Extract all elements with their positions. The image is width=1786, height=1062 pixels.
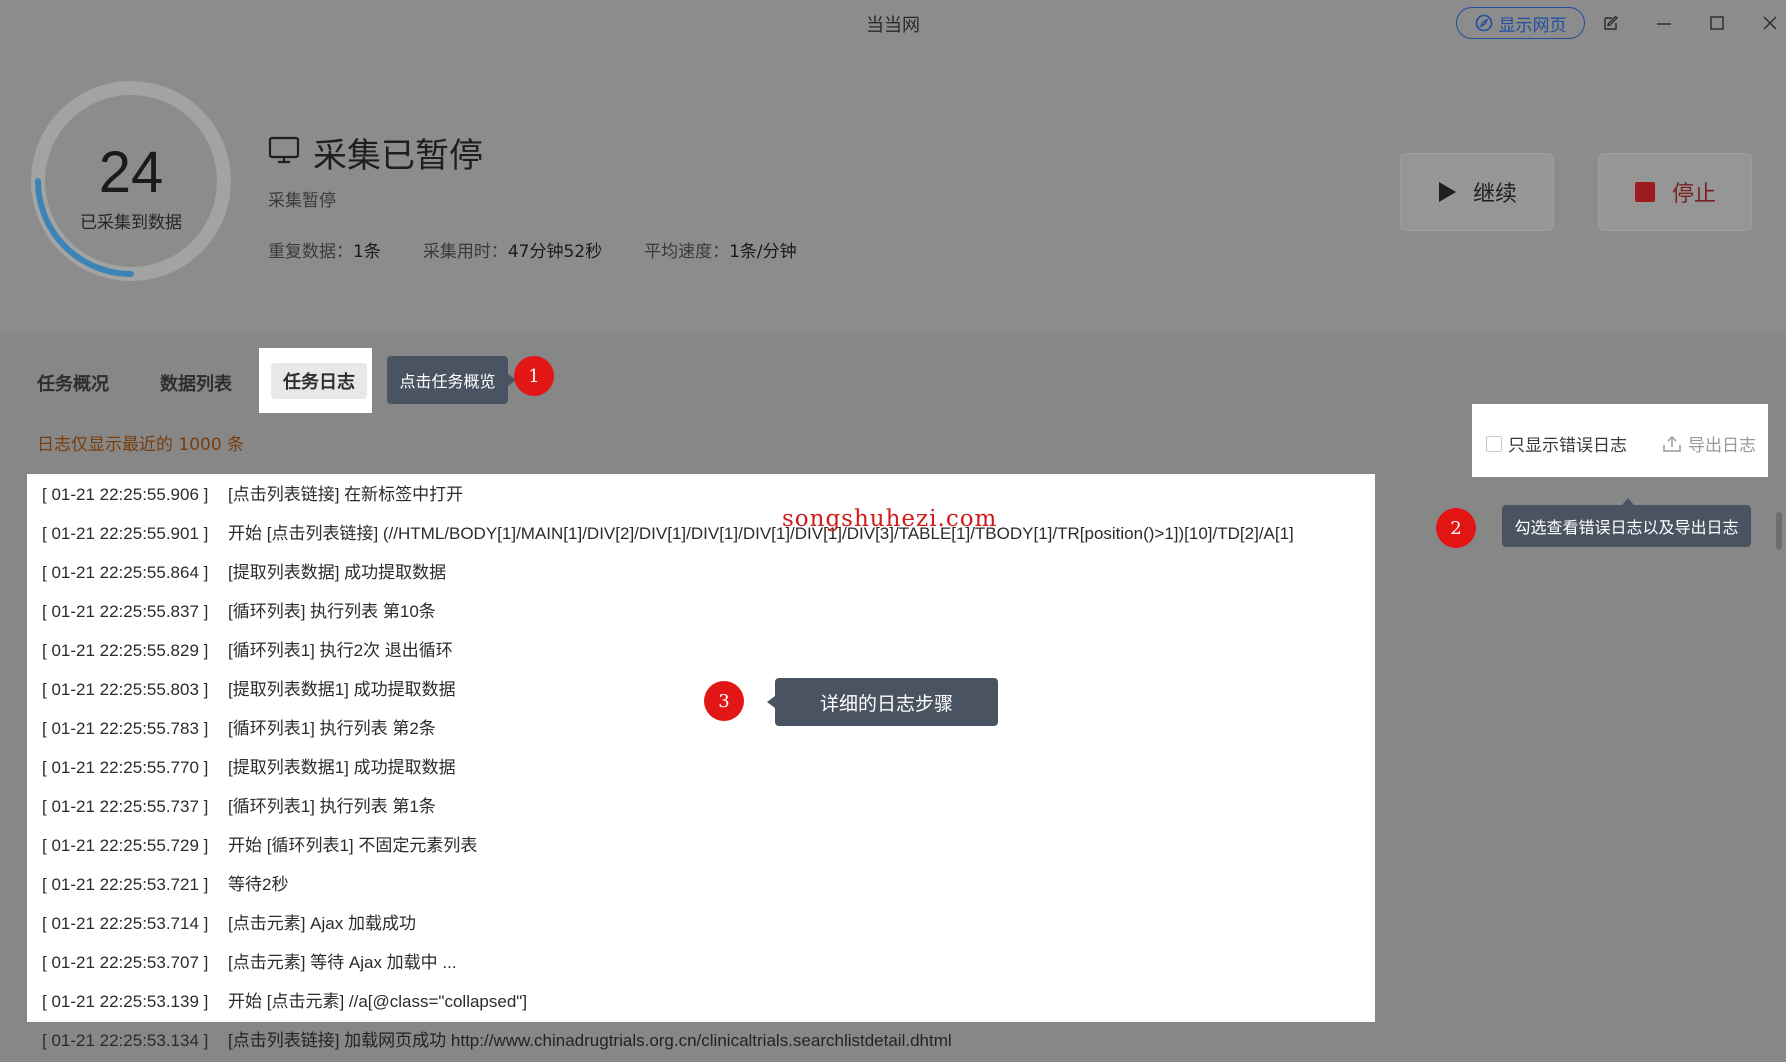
only-errors-checkbox[interactable] bbox=[1486, 435, 1502, 452]
status-subtitle: 采集暂停 bbox=[268, 191, 336, 211]
stats-row: 重复数据：1条 采集用时：47分钟52秒 平均速度：1条/分钟 bbox=[268, 237, 797, 262]
log-timestamp: [ 01-21 22:25:55.737 ] bbox=[42, 797, 209, 816]
log-timestamp: [ 01-21 22:25:53.714 ] bbox=[42, 914, 209, 933]
log-timestamp: [ 01-21 22:25:53.134 ] bbox=[42, 1031, 209, 1050]
log-entry: [ 01-21 22:25:53.134 ] [点击列表链接] 加载网页成功 ht… bbox=[42, 1021, 1294, 1060]
log-timestamp: [ 01-21 22:25:55.803 ] bbox=[42, 680, 209, 699]
edit-icon[interactable] bbox=[1598, 10, 1624, 36]
annotation-badge-1: 1 bbox=[514, 356, 554, 396]
show-web-button[interactable]: 显示网页 bbox=[1456, 7, 1585, 39]
log-entry: [ 01-21 22:25:55.737 ] [循环列表1] 执行列表 第1条 bbox=[42, 787, 1294, 826]
log-limit-notice: 日志仅显示最近的 1000 条 bbox=[37, 435, 245, 455]
export-log-label: 导出日志 bbox=[1688, 436, 1756, 456]
annotation-tooltip-3: 详细的日志步骤 bbox=[767, 678, 998, 726]
minimize-icon[interactable] bbox=[1651, 10, 1677, 36]
tab-overview[interactable]: 任务概况 bbox=[37, 370, 109, 396]
log-message: [循环列表1] 执行列表 第2条 bbox=[228, 719, 436, 738]
log-message: [提取列表数据1] 成功提取数据 bbox=[228, 680, 456, 699]
scrollbar-thumb[interactable] bbox=[1776, 512, 1782, 550]
log-message: 开始 [点击元素] //a[@class="collapsed"] bbox=[228, 992, 528, 1011]
continue-button[interactable]: 继续 bbox=[1400, 153, 1554, 231]
log-message: 开始 [循环列表1] 不固定元素列表 bbox=[228, 836, 478, 855]
export-log-button[interactable]: 导出日志 bbox=[1662, 431, 1756, 456]
log-timestamp: [ 01-21 22:25:55.901 ] bbox=[42, 524, 209, 543]
only-errors-toggle[interactable]: 只显示错误日志 bbox=[1486, 431, 1627, 456]
compass-icon bbox=[1475, 14, 1492, 32]
log-timestamp: [ 01-21 22:25:55.729 ] bbox=[42, 836, 209, 855]
stat-value: 1条/分钟 bbox=[729, 242, 797, 262]
log-timestamp: [ 01-21 22:25:53.707 ] bbox=[42, 953, 209, 972]
stat-duplicates: 重复数据：1条 bbox=[268, 237, 381, 262]
log-message: [点击列表链接] 在新标签中打开 bbox=[228, 485, 464, 504]
close-icon[interactable] bbox=[1757, 10, 1783, 36]
annotation-tooltip-1: 点击任务概览 bbox=[387, 356, 516, 404]
log-timestamp: [ 01-21 22:25:53.721 ] bbox=[42, 875, 209, 894]
log-message: [循环列表1] 执行2次 退出循环 bbox=[228, 641, 453, 660]
stat-label: 采集用时： bbox=[422, 242, 508, 262]
log-entry: [ 01-21 22:25:55.783 ] [循环列表1] 执行列表 第2条 bbox=[42, 709, 1294, 748]
stop-icon bbox=[1634, 182, 1655, 202]
show-web-label: 显示网页 bbox=[1498, 15, 1567, 36]
stat-label: 平均速度： bbox=[644, 242, 730, 262]
stat-speed: 平均速度：1条/分钟 bbox=[644, 237, 797, 262]
continue-label: 继续 bbox=[1472, 182, 1517, 207]
stat-elapsed: 采集用时：47分钟52秒 bbox=[423, 237, 602, 262]
log-entry: [ 01-21 22:25:53.139 ] 开始 [点击元素] //a[@cla… bbox=[42, 982, 1294, 1021]
log-entry: [ 01-21 22:25:55.770 ] [提取列表数据1] 成功提取数据 bbox=[42, 748, 1294, 787]
log-entry: [ 01-21 22:25:55.901 ] 开始 [点击列表链接] (//HTM… bbox=[42, 514, 1294, 553]
log-entry: [ 01-21 22:25:55.803 ] [提取列表数据1] 成功提取数据 bbox=[42, 670, 1294, 709]
annotation-badge-3: 3 bbox=[704, 681, 744, 721]
log-message: [循环列表] 执行列表 第10条 bbox=[228, 602, 436, 621]
monitor-icon bbox=[268, 136, 300, 164]
tab-data-list[interactable]: 数据列表 bbox=[160, 370, 232, 396]
log-timestamp: [ 01-21 22:25:55.906 ] bbox=[42, 485, 209, 504]
log-message: [提取列表数据1] 成功提取数据 bbox=[228, 758, 456, 777]
only-errors-label: 只显示错误日志 bbox=[1508, 436, 1627, 456]
log-timestamp: [ 01-21 22:25:55.864 ] bbox=[42, 563, 209, 582]
log-message: [点击元素] 等待 Ajax 加载中 ... bbox=[228, 953, 457, 972]
maximize-icon[interactable] bbox=[1704, 10, 1730, 36]
log-message: [点击元素] Ajax 加载成功 bbox=[228, 914, 416, 933]
tab-task-log[interactable]: 任务日志 bbox=[271, 363, 367, 399]
stat-value: 1条 bbox=[353, 242, 381, 262]
annotation-tooltip-2: 勾选查看错误日志以及导出日志 bbox=[1502, 498, 1751, 547]
annotation-badge-2: 2 bbox=[1436, 508, 1476, 548]
log-timestamp: [ 01-21 22:25:53.139 ] bbox=[42, 992, 209, 1011]
log-entry: [ 01-21 22:25:55.837 ] [循环列表] 执行列表 第10条 bbox=[42, 592, 1294, 631]
title-bar: 当当网 显示网页 bbox=[0, 0, 1786, 48]
watermark: songshuhezi.com bbox=[782, 506, 998, 532]
log-entry: [ 01-21 22:25:55.906 ] [点击列表链接] 在新标签中打开 bbox=[42, 475, 1294, 514]
log-entry: [ 01-21 22:25:53.714 ] [点击元素] Ajax 加载成功 bbox=[42, 904, 1294, 943]
collected-count: 24 bbox=[98, 140, 164, 205]
stat-value: 47分钟52秒 bbox=[507, 242, 603, 262]
log-message: [点击列表链接] 加载网页成功 http://www.chinadrugtria… bbox=[228, 1031, 952, 1050]
log-timestamp: [ 01-21 22:25:55.783 ] bbox=[42, 719, 209, 738]
upload-icon bbox=[1663, 435, 1681, 452]
stop-label: 停止 bbox=[1671, 182, 1716, 207]
log-timestamp: [ 01-21 22:25:55.837 ] bbox=[42, 602, 209, 621]
log-message: 开始 [点击列表链接] (//HTML/BODY[1]/MAIN[1]/DIV[… bbox=[228, 524, 1294, 543]
log-entry: [ 01-21 22:25:55.729 ] 开始 [循环列表1] 不固定元素列表 bbox=[42, 826, 1294, 865]
log-list: [ 01-21 22:25:55.906 ] [点击列表链接] 在新标签中打开 [… bbox=[42, 475, 1294, 1060]
stop-button[interactable]: 停止 bbox=[1598, 153, 1752, 231]
log-message: 等待2秒 bbox=[228, 875, 289, 894]
status-title: 采集已暂停 bbox=[313, 136, 483, 176]
log-entry: [ 01-21 22:25:55.864 ] [提取列表数据] 成功提取数据 bbox=[42, 553, 1294, 592]
stat-label: 重复数据： bbox=[268, 242, 353, 262]
log-timestamp: [ 01-21 22:25:55.829 ] bbox=[42, 641, 209, 660]
log-message: [提取列表数据] 成功提取数据 bbox=[228, 563, 447, 582]
log-entry: [ 01-21 22:25:53.707 ] [点击元素] 等待 Ajax 加载中… bbox=[42, 943, 1294, 982]
collected-count-label: 已采集到数据 bbox=[80, 213, 182, 233]
log-entry: [ 01-21 22:25:53.721 ] 等待2秒 bbox=[42, 865, 1294, 904]
log-timestamp: [ 01-21 22:25:55.770 ] bbox=[42, 758, 209, 777]
play-icon bbox=[1438, 182, 1456, 202]
log-entry: [ 01-21 22:25:55.829 ] [循环列表1] 执行2次 退出循环 bbox=[42, 631, 1294, 670]
log-message: [循环列表1] 执行列表 第1条 bbox=[228, 797, 436, 816]
